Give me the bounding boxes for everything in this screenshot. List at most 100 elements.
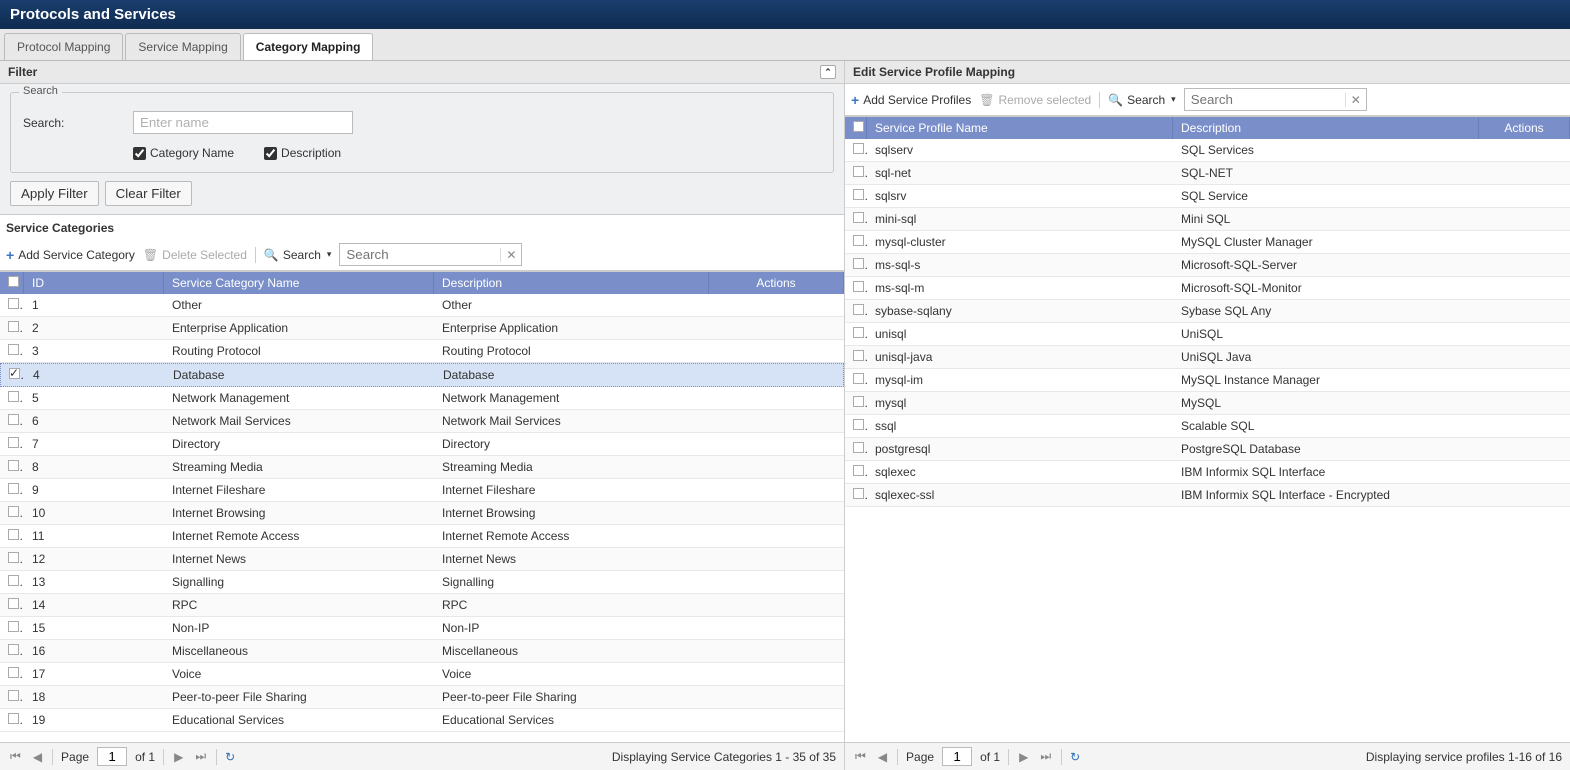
row-checkbox[interactable] xyxy=(845,185,867,207)
table-row[interactable]: unisqlUniSQL xyxy=(845,323,1570,346)
last-page-icon[interactable]: ⏭ xyxy=(193,749,208,764)
table-row[interactable]: 2Enterprise ApplicationEnterprise Applic… xyxy=(0,317,844,340)
col-profile-desc[interactable]: Description xyxy=(1173,117,1479,139)
clear-search-icon[interactable]: ✕ xyxy=(1345,93,1366,107)
profiles-search-dropdown[interactable]: 🔍 Search ▾ xyxy=(1108,93,1176,107)
refresh-icon[interactable]: ↻ xyxy=(225,750,235,764)
table-row[interactable]: sqlexec-sslIBM Informix SQL Interface - … xyxy=(845,484,1570,507)
categories-search-input[interactable] xyxy=(340,244,500,265)
table-row[interactable]: 13SignallingSignalling xyxy=(0,571,844,594)
select-all-profiles-checkbox[interactable] xyxy=(845,117,867,139)
table-row[interactable]: mini-sqlMini SQL xyxy=(845,208,1570,231)
table-row[interactable]: 4DatabaseDatabase xyxy=(0,363,844,387)
row-checkbox[interactable] xyxy=(0,571,24,593)
profiles-search-input[interactable] xyxy=(1185,89,1345,110)
row-checkbox[interactable] xyxy=(845,139,867,161)
clear-filter-button[interactable]: Clear Filter xyxy=(105,181,192,206)
row-checkbox[interactable] xyxy=(0,663,24,685)
table-row[interactable]: ms-sql-sMicrosoft-SQL-Server xyxy=(845,254,1570,277)
prev-page-icon[interactable]: ◀ xyxy=(31,750,44,764)
row-checkbox[interactable] xyxy=(845,438,867,460)
table-row[interactable]: sql-netSQL-NET xyxy=(845,162,1570,185)
refresh-icon[interactable]: ↻ xyxy=(1070,750,1080,764)
table-row[interactable]: ssqlScalable SQL xyxy=(845,415,1570,438)
row-checkbox[interactable] xyxy=(845,461,867,483)
table-row[interactable]: 18Peer-to-peer File SharingPeer-to-peer … xyxy=(0,686,844,709)
collapse-icon[interactable]: ⌃ xyxy=(820,65,836,79)
search-input[interactable] xyxy=(133,111,353,134)
table-row[interactable]: 7DirectoryDirectory xyxy=(0,433,844,456)
tab-category-mapping[interactable]: Category Mapping xyxy=(243,33,374,60)
table-row[interactable]: 5Network ManagementNetwork Management xyxy=(0,387,844,410)
row-checkbox[interactable] xyxy=(0,525,24,547)
row-checkbox[interactable] xyxy=(845,346,867,368)
prev-page-icon[interactable]: ◀ xyxy=(876,750,889,764)
row-checkbox[interactable] xyxy=(0,479,24,501)
row-checkbox[interactable] xyxy=(0,340,24,362)
table-row[interactable]: sybase-sqlanySybase SQL Any xyxy=(845,300,1570,323)
last-page-icon[interactable]: ⏭ xyxy=(1038,749,1053,764)
table-row[interactable]: ms-sql-mMicrosoft-SQL-Monitor xyxy=(845,277,1570,300)
remove-selected-button[interactable]: 🗑 Remove selected xyxy=(979,93,1091,107)
table-row[interactable]: 19Educational ServicesEducational Servic… xyxy=(0,709,844,732)
col-id[interactable]: ID xyxy=(24,272,164,294)
search-dropdown[interactable]: 🔍 Search ▾ xyxy=(264,248,332,262)
page-input[interactable] xyxy=(97,747,127,766)
row-checkbox[interactable] xyxy=(0,709,24,731)
table-row[interactable]: sqlexecIBM Informix SQL Interface xyxy=(845,461,1570,484)
select-all-checkbox[interactable] xyxy=(0,272,24,294)
table-row[interactable]: 9Internet FileshareInternet Fileshare xyxy=(0,479,844,502)
row-checkbox[interactable] xyxy=(845,231,867,253)
row-checkbox[interactable] xyxy=(845,162,867,184)
row-checkbox[interactable] xyxy=(845,277,867,299)
row-checkbox[interactable] xyxy=(0,294,24,316)
table-row[interactable]: mysql-imMySQL Instance Manager xyxy=(845,369,1570,392)
add-service-category-button[interactable]: + Add Service Category xyxy=(6,247,135,263)
table-row[interactable]: 6Network Mail ServicesNetwork Mail Servi… xyxy=(0,410,844,433)
table-row[interactable]: 3Routing ProtocolRouting Protocol xyxy=(0,340,844,363)
row-checkbox[interactable] xyxy=(0,387,24,409)
row-checkbox[interactable] xyxy=(845,484,867,506)
table-row[interactable]: mysqlMySQL xyxy=(845,392,1570,415)
description-checkbox[interactable]: Description xyxy=(264,146,341,160)
tab-protocol-mapping[interactable]: Protocol Mapping xyxy=(4,33,123,60)
row-checkbox[interactable] xyxy=(845,323,867,345)
row-checkbox[interactable] xyxy=(0,410,24,432)
table-row[interactable]: 16MiscellaneousMiscellaneous xyxy=(0,640,844,663)
table-row[interactable]: 17VoiceVoice xyxy=(0,663,844,686)
table-row[interactable]: 12Internet NewsInternet News xyxy=(0,548,844,571)
row-checkbox[interactable] xyxy=(845,392,867,414)
next-page-icon[interactable]: ▶ xyxy=(1017,750,1030,764)
row-checkbox[interactable] xyxy=(0,686,24,708)
table-row[interactable]: 8Streaming MediaStreaming Media xyxy=(0,456,844,479)
table-row[interactable]: 11Internet Remote AccessInternet Remote … xyxy=(0,525,844,548)
category-name-checkbox[interactable]: Category Name xyxy=(133,146,234,160)
col-desc[interactable]: Description xyxy=(434,272,709,294)
col-name[interactable]: Service Category Name xyxy=(164,272,434,294)
page-input[interactable] xyxy=(942,747,972,766)
col-profile-name[interactable]: Service Profile Name xyxy=(867,117,1173,139)
delete-selected-button[interactable]: 🗑 Delete Selected xyxy=(143,248,247,262)
first-page-icon[interactable]: ⏮ xyxy=(853,749,868,764)
first-page-icon[interactable]: ⏮ xyxy=(8,749,23,764)
row-checkbox[interactable] xyxy=(0,640,24,662)
row-checkbox[interactable] xyxy=(0,456,24,478)
row-checkbox[interactable] xyxy=(845,369,867,391)
row-checkbox[interactable] xyxy=(0,502,24,524)
table-row[interactable]: 15Non-IPNon-IP xyxy=(0,617,844,640)
row-checkbox[interactable] xyxy=(0,317,24,339)
table-row[interactable]: unisql-javaUniSQL Java xyxy=(845,346,1570,369)
row-checkbox[interactable] xyxy=(845,300,867,322)
table-row[interactable]: sqlservSQL Services xyxy=(845,139,1570,162)
table-row[interactable]: 14RPCRPC xyxy=(0,594,844,617)
tab-service-mapping[interactable]: Service Mapping xyxy=(125,33,240,60)
clear-search-icon[interactable]: ✕ xyxy=(500,248,521,262)
row-checkbox[interactable] xyxy=(845,208,867,230)
row-checkbox[interactable] xyxy=(1,364,25,386)
next-page-icon[interactable]: ▶ xyxy=(172,750,185,764)
row-checkbox[interactable] xyxy=(0,594,24,616)
table-row[interactable]: postgresqlPostgreSQL Database xyxy=(845,438,1570,461)
row-checkbox[interactable] xyxy=(845,415,867,437)
table-row[interactable]: sqlsrvSQL Service xyxy=(845,185,1570,208)
table-row[interactable]: 10Internet BrowsingInternet Browsing xyxy=(0,502,844,525)
